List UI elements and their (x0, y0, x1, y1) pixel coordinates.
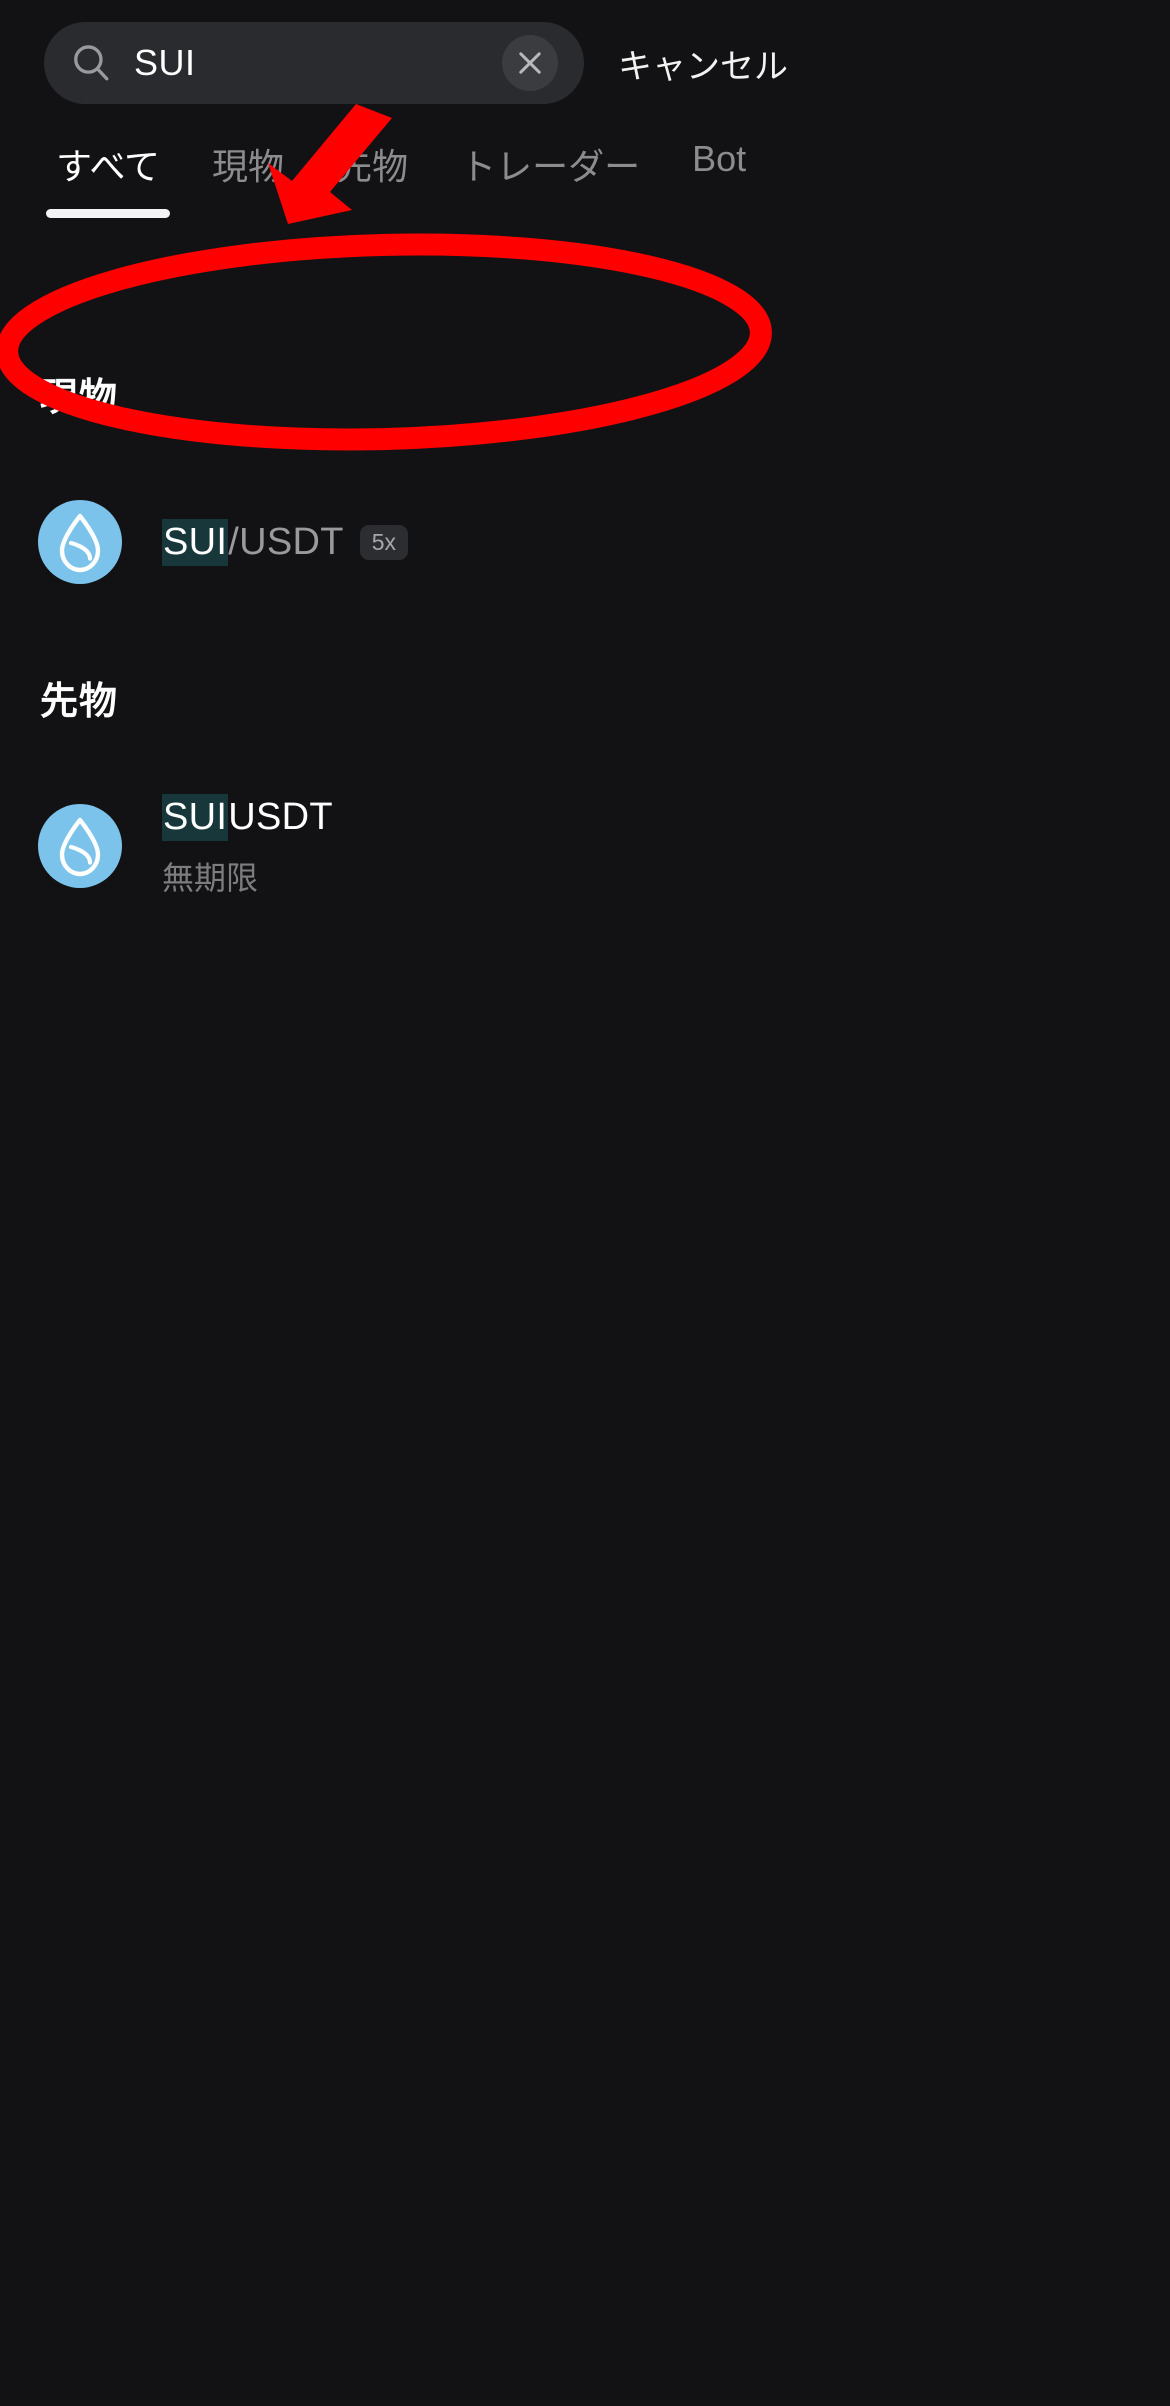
leverage-badge: 5x (359, 524, 409, 560)
tab-trader-label: トレーダー (460, 146, 641, 187)
symbol-line: SUI USDT (162, 793, 333, 841)
tab-all-label: すべて (56, 146, 161, 187)
symbol-rest: USDT (228, 795, 333, 838)
red-ellipse-annotation (0, 233, 772, 451)
symbol-match: SUI (162, 793, 229, 841)
tab-futures[interactable]: 先物 (310, 128, 434, 190)
search-screen: SUI キャンセル すべて 現物 先物 トレーダー Bot 現物 SUI /US… (0, 0, 1170, 2406)
tab-trader[interactable]: トレーダー (434, 128, 666, 190)
tab-bot-label: Bot (692, 138, 747, 179)
tab-spot[interactable]: 現物 (186, 128, 310, 190)
tab-bar: すべて 現物 先物 トレーダー Bot (0, 128, 1170, 228)
search-input[interactable]: SUI (44, 22, 584, 104)
symbol-match: SUI (162, 518, 229, 566)
section-header-futures: 先物 (40, 681, 119, 723)
list-item-text-block: SUI USDT 無期限 (162, 793, 333, 899)
list-item-spot-sui-usdt[interactable]: SUI /USDT 5x (0, 482, 1170, 602)
annotation-overlay (0, 104, 772, 451)
tab-bot[interactable]: Bot (666, 128, 772, 180)
sui-coin-icon (38, 500, 122, 584)
contract-type-label: 無期限 (162, 859, 259, 896)
active-tab-indicator (46, 209, 171, 218)
cancel-button[interactable]: キャンセル (618, 39, 788, 88)
symbol-rest: /USDT (228, 520, 344, 563)
list-item-text-block: SUI /USDT 5x (162, 518, 409, 566)
clear-search-icon[interactable] (502, 35, 558, 91)
tab-futures-label: 先物 (336, 146, 409, 187)
section-header-spot: 現物 (40, 377, 119, 419)
search-input-value[interactable]: SUI (134, 42, 502, 84)
symbol-line: SUI /USDT 5x (162, 518, 409, 566)
list-item-futures-suiusdt[interactable]: SUI USDT 無期限 (0, 786, 1170, 906)
tab-spot-label: 現物 (212, 146, 285, 187)
tab-all[interactable]: すべて (30, 128, 186, 218)
search-icon (70, 42, 112, 84)
sui-coin-icon (38, 804, 122, 888)
search-bar: SUI キャンセル (0, 0, 1170, 126)
